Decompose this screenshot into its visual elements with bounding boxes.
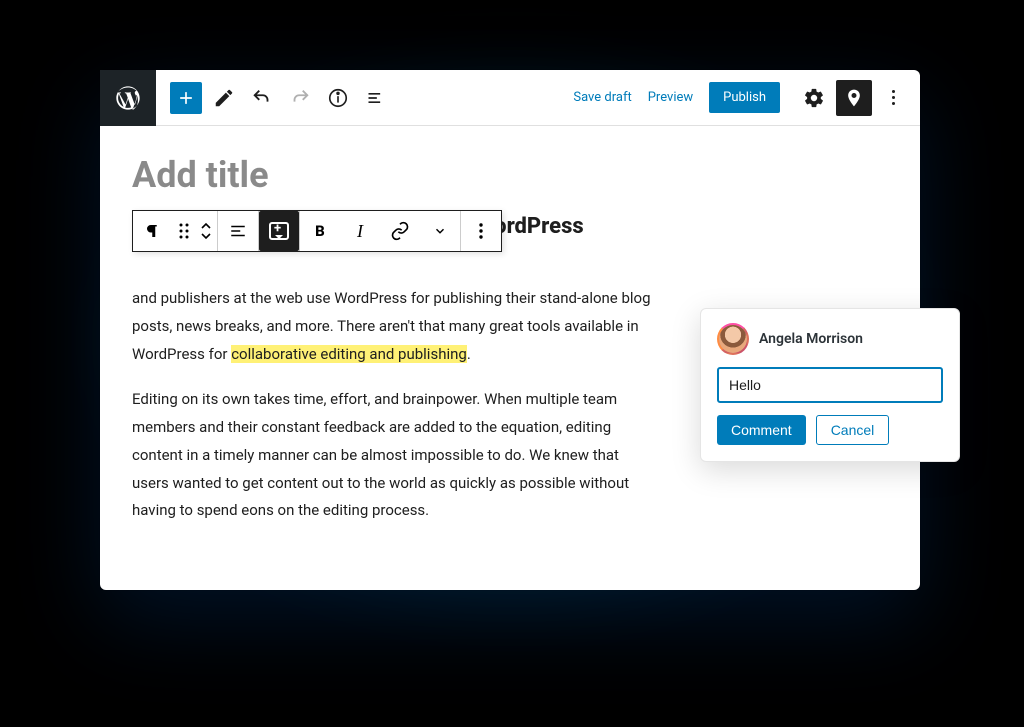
multicollab-button[interactable] — [836, 80, 872, 116]
link-icon — [390, 221, 410, 241]
italic-button[interactable]: I — [340, 211, 380, 251]
comment-popup: Angela Morrison Comment Cancel — [700, 308, 960, 462]
settings-button[interactable] — [798, 82, 830, 114]
list-icon — [366, 88, 386, 108]
move-arrows[interactable] — [195, 211, 217, 251]
highlighted-text[interactable]: collaborative editing and publishing — [231, 345, 467, 363]
info-icon — [327, 87, 349, 109]
save-draft-button[interactable]: Save draft — [573, 90, 631, 105]
paragraph-type-button[interactable] — [133, 211, 173, 251]
updown-icon — [200, 222, 212, 240]
avatar — [717, 323, 749, 355]
drag-icon — [179, 223, 189, 239]
add-block-button[interactable] — [170, 82, 202, 114]
block-toolbar: B I — [132, 210, 502, 252]
post-title-placeholder[interactable]: Add title — [132, 154, 888, 196]
more-options-button[interactable] — [878, 90, 908, 105]
pilcrow-icon — [144, 222, 162, 240]
comment-plus-icon — [269, 222, 289, 240]
comment-input[interactable] — [717, 367, 943, 403]
comment-submit-button[interactable]: Comment — [717, 415, 806, 445]
drag-handle[interactable] — [173, 211, 195, 251]
bold-button[interactable]: B — [300, 211, 340, 251]
link-button[interactable] — [380, 211, 420, 251]
align-button[interactable] — [218, 211, 258, 251]
comment-cancel-button[interactable]: Cancel — [816, 415, 890, 445]
info-button[interactable] — [322, 82, 354, 114]
italic-icon: I — [357, 221, 363, 242]
redo-button[interactable] — [284, 82, 316, 114]
comment-author: Angela Morrison — [759, 331, 863, 347]
para1-text-b: . — [467, 345, 471, 363]
pencil-icon — [213, 87, 235, 109]
more-format-button[interactable] — [420, 211, 460, 251]
paragraph-block-2[interactable]: Editing on its own takes time, effort, a… — [132, 386, 652, 525]
chevron-down-icon — [433, 224, 447, 238]
gear-icon — [803, 87, 825, 109]
undo-icon — [251, 87, 273, 109]
edit-tool-button[interactable] — [208, 82, 240, 114]
preview-button[interactable]: Preview — [648, 90, 693, 105]
wordpress-logo[interactable] — [100, 70, 156, 126]
redo-icon — [289, 87, 311, 109]
kebab-icon — [479, 223, 483, 239]
editor-window: Save draft Preview Publish Add title Bri… — [100, 70, 920, 590]
align-icon — [229, 222, 247, 240]
paragraph-block-1[interactable]: and publishers at the web use WordPress … — [132, 285, 652, 368]
top-toolbar: Save draft Preview Publish — [100, 70, 920, 126]
wordpress-icon — [114, 84, 142, 112]
add-comment-button[interactable] — [259, 211, 299, 251]
publish-button[interactable]: Publish — [709, 82, 780, 113]
plus-icon — [176, 88, 196, 108]
outline-button[interactable] — [360, 82, 392, 114]
location-icon — [844, 88, 864, 108]
undo-button[interactable] — [246, 82, 278, 114]
bold-icon: B — [315, 222, 325, 240]
block-more-button[interactable] — [461, 211, 501, 251]
